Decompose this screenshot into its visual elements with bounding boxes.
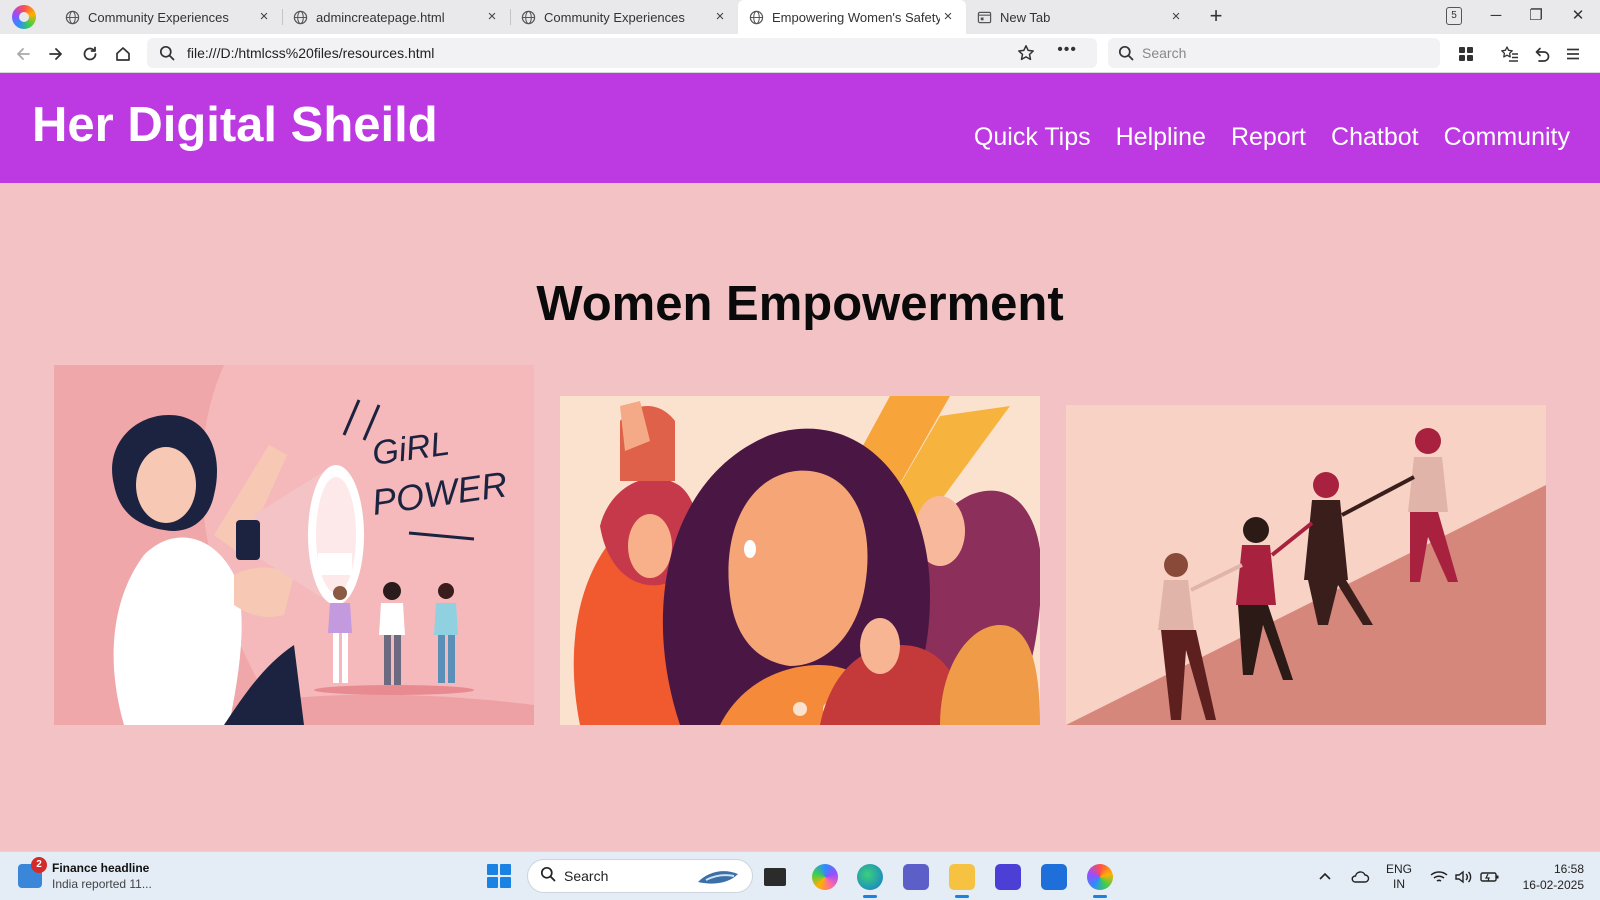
more-options-icon[interactable]: ••• [1057, 41, 1077, 59]
file-explorer-icon[interactable] [949, 864, 975, 898]
language-code: ENG [1386, 862, 1413, 876]
copilot-icon[interactable] [812, 864, 838, 890]
tab-title: admincreatepage.html [316, 9, 445, 25]
restore-icon[interactable]: ❐ [1516, 0, 1556, 32]
minimize-icon[interactable]: ─ [1476, 0, 1516, 32]
teams-icon[interactable] [903, 864, 929, 890]
tab-title: Empowering Women's Safety [772, 9, 940, 25]
widget-title: Finance headline [52, 861, 150, 875]
address-text[interactable]: file:///D:/htmlcss%20files/resources.htm… [187, 45, 1097, 61]
browser-tab-bar: Community Experiences × admincreatepage.… [0, 0, 1600, 34]
cloud-sync-icon[interactable] [1350, 852, 1370, 900]
close-icon[interactable]: × [1168, 9, 1184, 25]
clock-date: 16-02-2025 [1522, 878, 1584, 892]
tab-new-tab[interactable]: New Tab × [966, 0, 1194, 34]
bookmark-star-icon[interactable] [1017, 44, 1035, 67]
forward-arrow-icon[interactable] [42, 40, 70, 68]
battery-icon[interactable] [1480, 852, 1500, 900]
notification-badge: 2 [31, 857, 47, 873]
search-icon [540, 866, 556, 887]
new-tab-page-icon [976, 9, 992, 25]
globe-icon [292, 9, 308, 25]
nav-link-community[interactable]: Community [1444, 123, 1570, 152]
taskbar-search-label: Search [564, 868, 609, 884]
window-close-icon[interactable]: ✕ [1558, 0, 1598, 32]
edge-browser-icon[interactable] [857, 864, 883, 898]
nav-link-report[interactable]: Report [1231, 123, 1306, 152]
menu-hamburger-icon[interactable] [1561, 42, 1585, 66]
taskbar-search[interactable]: Search [527, 859, 753, 893]
globe-icon [520, 9, 536, 25]
tab-title: Community Experiences [544, 9, 685, 25]
tab-community-experiences-2[interactable]: Community Experiences × [510, 0, 738, 34]
tab-count-badge[interactable]: 5 [1446, 7, 1462, 25]
region-code: IN [1393, 877, 1405, 891]
search-highlight-icon [696, 866, 740, 888]
extensions-grid-icon[interactable] [1454, 42, 1478, 66]
girl-power-illustration: GiRL POWER [54, 365, 534, 725]
browser-search-bar[interactable]: Search [1108, 38, 1440, 68]
new-tab-button[interactable]: + [1202, 3, 1230, 31]
browser-app-icon[interactable] [1087, 864, 1113, 898]
close-icon[interactable]: × [484, 9, 500, 25]
news-widget-icon: 2 [18, 857, 47, 888]
women-climbing-illustration [1066, 405, 1546, 725]
address-bar[interactable]: file:///D:/htmlcss%20files/resources.htm… [147, 38, 1097, 68]
tab-empowering-womens-safety[interactable]: Empowering Women's Safety × [738, 0, 966, 34]
volume-icon[interactable] [1454, 852, 1472, 900]
language-indicator[interactable]: ENG IN [1386, 862, 1412, 892]
browser-logo-icon[interactable] [12, 5, 36, 29]
tab-title: Community Experiences [88, 9, 229, 25]
back-arrow-icon[interactable] [9, 40, 37, 68]
close-icon[interactable]: × [712, 9, 728, 25]
nav-link-quick-tips[interactable]: Quick Tips [974, 123, 1091, 152]
site-brand-title[interactable]: Her Digital Sheild [32, 97, 438, 153]
globe-icon [64, 9, 80, 25]
women-group-portrait-illustration [560, 396, 1040, 725]
windows-start-icon[interactable] [487, 864, 511, 888]
tab-admincreatepage[interactable]: admincreatepage.html × [282, 0, 510, 34]
widget-subtitle: India reported 11... [52, 877, 152, 891]
system-clock[interactable]: 16:58 16-02-2025 [1512, 861, 1584, 893]
news-widget[interactable]: 2 Finance headline India reported 11... [18, 857, 152, 892]
nav-link-helpline[interactable]: Helpline [1116, 123, 1206, 152]
main-nav: Quick Tips Helpline Report Chatbot Commu… [974, 123, 1570, 152]
search-placeholder: Search [1142, 45, 1187, 61]
os-taskbar: 2 Finance headline India reported 11... … [0, 851, 1600, 900]
task-view-icon[interactable] [764, 868, 786, 886]
tab-community-experiences-1[interactable]: Community Experiences × [54, 0, 282, 34]
reload-icon[interactable] [76, 40, 104, 68]
site-header: Her Digital Sheild Quick Tips Helpline R… [0, 73, 1600, 183]
globe-icon [748, 9, 764, 25]
app-icon[interactable] [995, 864, 1021, 890]
search-icon [159, 44, 177, 62]
tab-title: New Tab [1000, 9, 1051, 25]
clock-time: 16:58 [1553, 862, 1584, 876]
close-icon[interactable]: × [940, 9, 956, 25]
page-title: Women Empowerment [536, 277, 1064, 331]
microsoft-store-icon[interactable] [1041, 864, 1067, 890]
show-hidden-icons-chevron-icon[interactable] [1318, 852, 1332, 900]
browser-toolbar: file:///D:/htmlcss%20files/resources.htm… [0, 34, 1600, 73]
favorites-icon[interactable] [1498, 42, 1522, 66]
home-icon[interactable] [109, 40, 137, 68]
nav-link-chatbot[interactable]: Chatbot [1331, 123, 1419, 152]
wifi-icon[interactable] [1430, 852, 1448, 900]
close-icon[interactable]: × [256, 9, 272, 25]
search-icon [1118, 45, 1134, 61]
undo-history-icon[interactable] [1530, 42, 1554, 66]
